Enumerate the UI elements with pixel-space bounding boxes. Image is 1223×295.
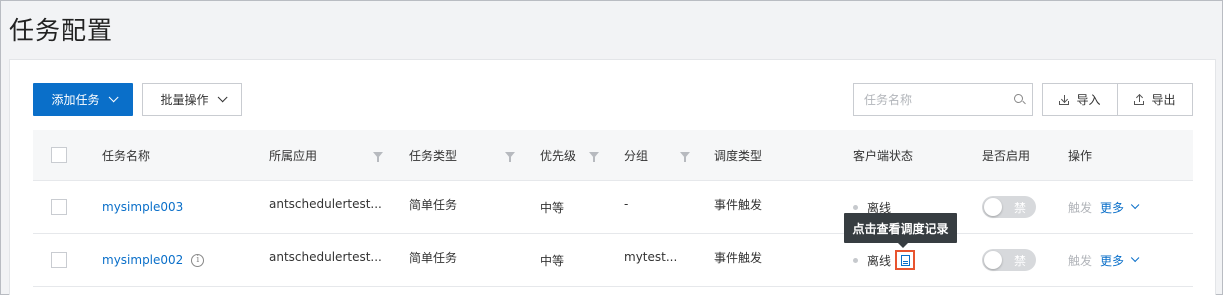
header-group: 分组 <box>624 148 649 163</box>
trigger-action: 触发 <box>1068 253 1093 268</box>
chevron-down-icon <box>1130 200 1140 210</box>
schedule-log-tooltip: 点击查看调度记录 <box>844 213 957 248</box>
import-label: 导入 <box>1076 93 1101 107</box>
schedule-log-button[interactable] <box>895 250 916 270</box>
header-client-status: 客户端状态 <box>853 148 914 163</box>
row-checkbox[interactable] <box>51 199 67 215</box>
export-button[interactable]: 导出 <box>1117 84 1192 115</box>
task-name-link[interactable]: mysimple002 <box>102 253 183 267</box>
app-cell: antschedulertest... <box>269 250 382 264</box>
chevron-down-icon <box>1130 253 1140 263</box>
more-menu-button[interactable]: 更多 <box>1100 199 1140 216</box>
status-dot <box>853 204 858 210</box>
filter-icon[interactable] <box>680 152 690 162</box>
task-type-cell: 简单任务 <box>409 250 458 265</box>
enable-toggle[interactable]: 禁 <box>982 196 1036 218</box>
batch-operation-label: 批量操作 <box>160 93 209 107</box>
header-app: 所属应用 <box>269 148 318 163</box>
page-title: 任务配置 <box>9 16 114 45</box>
task-panel: 添加任务 批量操作 导入 导出 任务名称 所属应用 任务类型 优先级 分组 <box>9 59 1216 295</box>
search-icon[interactable] <box>1014 93 1023 106</box>
add-task-label: 添加任务 <box>51 93 100 107</box>
group-cell: mytest... <box>624 250 678 264</box>
more-label: 更多 <box>1100 253 1125 268</box>
batch-operation-button[interactable]: 批量操作 <box>142 83 242 116</box>
import-button[interactable]: 导入 <box>1043 84 1117 115</box>
table-row: mysimple002 i antschedulertest... 简单任务 中… <box>33 234 1193 287</box>
schedule-type-cell: 事件触发 <box>714 250 763 265</box>
header-actions: 操作 <box>1068 148 1093 163</box>
status-dot <box>853 257 858 263</box>
more-menu-button[interactable]: 更多 <box>1100 252 1140 269</box>
more-label: 更多 <box>1100 200 1125 215</box>
table-row: mysimple003 antschedulertest... 简单任务 中等 … <box>33 181 1193 234</box>
toggle-label: 禁 <box>1013 253 1026 268</box>
priority-cell: 中等 <box>540 253 565 268</box>
toggle-knob <box>984 251 1002 269</box>
filter-icon[interactable] <box>589 152 599 162</box>
add-task-button[interactable]: 添加任务 <box>33 83 133 116</box>
toggle-label: 禁 <box>1013 200 1026 215</box>
header-task-type: 任务类型 <box>409 148 458 163</box>
schedule-type-cell: 事件触发 <box>714 197 763 212</box>
export-label: 导出 <box>1151 93 1176 107</box>
header-schedule-type: 调度类型 <box>714 148 763 163</box>
row-checkbox[interactable] <box>51 252 67 268</box>
chevron-down-icon <box>108 92 119 103</box>
filter-icon[interactable] <box>505 152 515 162</box>
info-icon[interactable]: i <box>191 253 205 267</box>
import-export-group: 导入 导出 <box>1042 83 1193 116</box>
client-status-text: 离线 <box>867 253 892 268</box>
search-input[interactable] <box>864 92 1014 107</box>
task-table: 任务名称 所属应用 任务类型 优先级 分组 调度类型 客户端状态 是否启用 操作… <box>33 130 1193 287</box>
priority-cell: 中等 <box>540 200 565 215</box>
filter-icon[interactable] <box>373 152 383 162</box>
upload-icon <box>1134 93 1145 105</box>
trigger-action: 触发 <box>1068 200 1093 215</box>
task-name-cell: mysimple002 i <box>102 234 205 286</box>
app-cell: antschedulertest... <box>269 197 382 211</box>
table-header: 任务名称 所属应用 任务类型 优先级 分组 调度类型 客户端状态 是否启用 操作 <box>33 130 1193 181</box>
group-cell: - <box>624 197 629 211</box>
enable-toggle[interactable]: 禁 <box>982 249 1036 271</box>
download-icon <box>1059 94 1070 105</box>
chevron-down-icon <box>217 92 228 103</box>
toggle-knob <box>984 198 1002 216</box>
select-all-checkbox[interactable] <box>51 147 67 163</box>
task-type-cell: 简单任务 <box>409 197 458 212</box>
header-task-name: 任务名称 <box>102 148 151 163</box>
header-enabled: 是否启用 <box>982 148 1031 163</box>
search-box <box>853 83 1033 116</box>
task-name-link[interactable]: mysimple003 <box>102 181 183 233</box>
header-priority: 优先级 <box>540 148 577 163</box>
document-icon <box>900 254 910 266</box>
